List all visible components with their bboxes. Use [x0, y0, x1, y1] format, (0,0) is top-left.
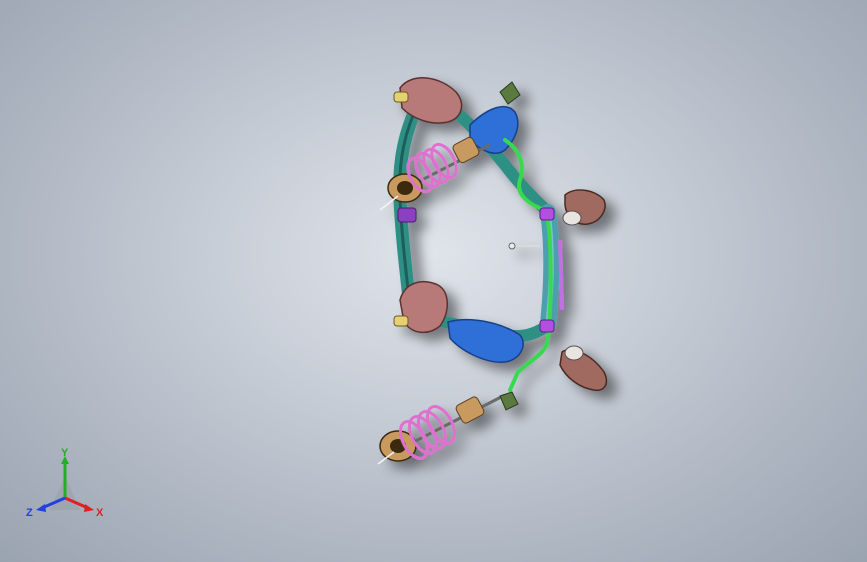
lower-control-arm[interactable]	[447, 318, 524, 363]
x-axis-arrowhead-icon	[84, 504, 94, 512]
bushing-left-upper[interactable]	[397, 207, 417, 223]
bushing-right-upper[interactable]	[539, 207, 555, 221]
y-axis-label: Y	[61, 448, 69, 459]
lower-strut-assembly[interactable]	[377, 391, 519, 465]
z-axis-label: Z	[26, 507, 33, 519]
cad-viewport[interactable]: Y X Z	[0, 0, 867, 562]
z-axis-arrowhead-icon	[36, 504, 46, 512]
orientation-triad[interactable]: Y X Z	[20, 448, 110, 528]
suspension-assembly-model[interactable]	[0, 0, 867, 562]
bushing-right-lower[interactable]	[539, 319, 555, 333]
x-axis-label: X	[96, 507, 104, 519]
